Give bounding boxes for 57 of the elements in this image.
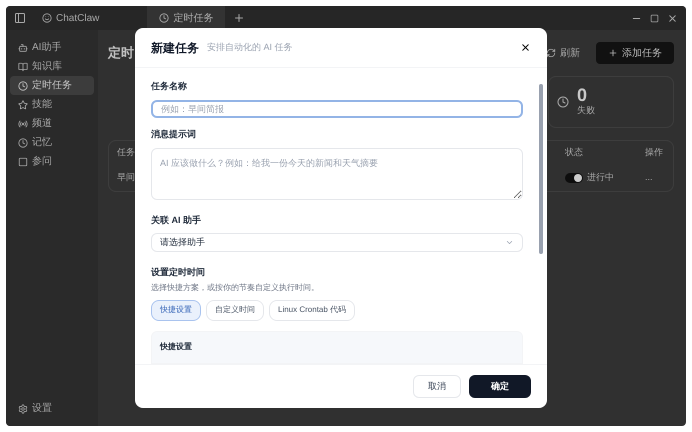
dialog-title: 新建任务 xyxy=(151,40,199,56)
field-label: 消息提示词 xyxy=(151,128,197,142)
clock-icon xyxy=(18,80,28,90)
more-actions[interactable]: ... xyxy=(645,172,653,182)
clock-icon xyxy=(557,96,569,108)
field-label: 关联 AI 助手 xyxy=(151,214,202,227)
scrollbar-thumb[interactable] xyxy=(539,84,543,254)
clock-icon xyxy=(159,13,170,23)
status-text: 进行中 xyxy=(587,171,614,184)
refresh-icon xyxy=(546,48,556,58)
schedule-mode-tab[interactable]: 自定义时间 xyxy=(206,300,264,321)
field-label: 设置定时时间 xyxy=(151,266,206,280)
stat-label: 失败 xyxy=(577,104,595,118)
dialog-subtitle: 安排自动化的 AI 任务 xyxy=(207,40,293,54)
stat-value: 0 xyxy=(577,86,588,104)
smiley-icon xyxy=(42,13,52,23)
sidebar-item[interactable]: AI助手 xyxy=(10,38,94,57)
prompt-textarea[interactable]: AI 应该做什么？例如：给我一份今天的新闻和天气摘要 xyxy=(151,148,523,200)
close-icon[interactable] xyxy=(520,42,531,53)
settings-item[interactable]: 设置 xyxy=(10,399,94,418)
toggle-switch[interactable] xyxy=(565,173,583,183)
task-name: 早间 xyxy=(117,172,135,182)
plus-icon xyxy=(608,48,618,58)
star-icon xyxy=(18,100,28,110)
page-title: 定时 xyxy=(108,44,134,62)
window-tab[interactable]: 定时任务 xyxy=(147,6,226,30)
task-name-input[interactable]: 例如：早间简报 xyxy=(151,100,523,118)
sidebar-item[interactable]: 知识库 xyxy=(10,57,94,76)
radio-icon xyxy=(18,118,28,128)
field-label: 任务名称 xyxy=(151,80,188,93)
confirm-button[interactable]: 确定 xyxy=(469,375,531,398)
column-header: 操作 xyxy=(645,147,663,158)
square-icon xyxy=(18,156,28,166)
column-header: 任务 xyxy=(117,147,135,158)
sidebar-item[interactable]: 参问 xyxy=(10,152,94,171)
maximize-icon[interactable] xyxy=(650,14,659,22)
schedule-mode-tab[interactable]: 快捷设置 xyxy=(151,300,201,321)
clock-icon xyxy=(18,138,28,148)
robot-icon xyxy=(18,42,28,52)
book-icon xyxy=(18,62,28,72)
new-tab-icon[interactable] xyxy=(233,12,246,24)
sidebar-item[interactable]: 频道 xyxy=(10,114,94,133)
settings-icon xyxy=(18,404,28,414)
schedule-hint: 选择快捷方案，或按你的节奏自定义执行时间。 xyxy=(151,282,320,294)
sidebar-item[interactable]: 技能 xyxy=(10,95,94,114)
panel-title: 快捷设置 xyxy=(160,342,192,351)
sidebar-item[interactable]: 定时任务 xyxy=(10,76,94,95)
sidebar-item[interactable]: 记忆 xyxy=(10,133,94,152)
schedule-mode-tab[interactable]: Linux Crontab 代码 xyxy=(269,300,356,321)
sidebar-toggle-icon[interactable] xyxy=(14,12,26,24)
add-task-button[interactable]: 添加任务 xyxy=(596,42,674,64)
column-header: 状态 xyxy=(565,147,583,158)
refresh-button[interactable]: 刷新 xyxy=(538,42,588,64)
close-window-icon[interactable] xyxy=(667,12,678,24)
assistant-select[interactable]: 请选择助手 xyxy=(151,233,523,252)
window-tab[interactable]: ChatClaw xyxy=(34,6,140,30)
cancel-button[interactable]: 取消 xyxy=(413,375,461,398)
